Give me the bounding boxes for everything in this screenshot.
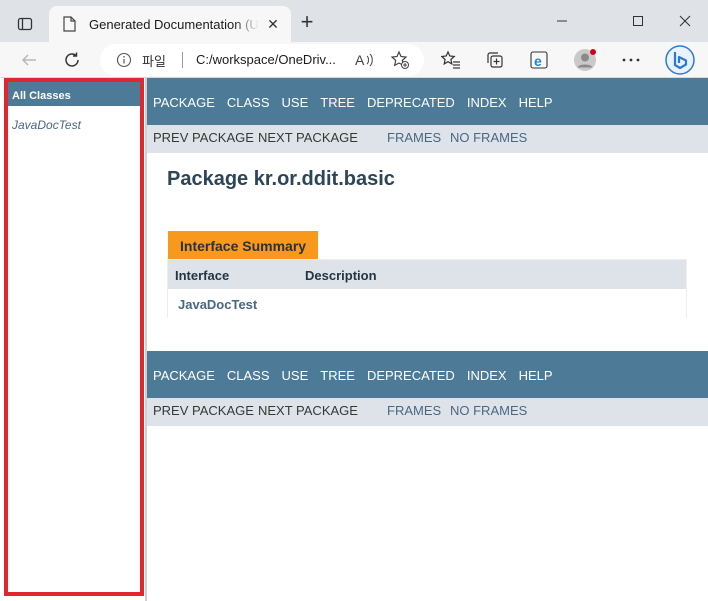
more-icon[interactable] — [619, 48, 643, 72]
top-subnav: PREV PACKAGE NEXT PACKAGE FRAMES NO FRAM… — [147, 125, 708, 153]
tab-actions-icon[interactable] — [8, 10, 42, 38]
tab-title: Generated Documentation (Untitled) — [89, 16, 259, 32]
page-icon — [61, 16, 77, 32]
address-bar[interactable]: 파일 C:/workspace/OneDriv... A — [100, 44, 424, 76]
column-header-description: Description — [305, 268, 377, 283]
address-separator — [182, 52, 183, 68]
summary-tab: Interface Summary — [168, 231, 318, 259]
nav-package[interactable]: PACKAGE — [153, 95, 215, 110]
tab-strip: Generated Documentation (Untitled) ✕ + — [0, 0, 708, 42]
site-label: 파일 — [142, 54, 166, 69]
nav-package[interactable]: PACKAGE — [153, 368, 215, 383]
browser-tab[interactable]: Generated Documentation (Untitled) ✕ — [49, 6, 291, 42]
nav-help[interactable]: HELP — [519, 368, 553, 383]
class-link[interactable]: JavaDocTest — [12, 118, 140, 132]
table-row: JavaDocTest — [168, 289, 686, 318]
no-frames-link[interactable]: NO FRAMES — [450, 403, 527, 418]
nav-deprecated[interactable]: DEPRECATED — [367, 95, 455, 110]
svg-text:A: A — [355, 52, 365, 68]
nav-tree[interactable]: TREE — [320, 368, 355, 383]
new-tab-button[interactable]: + — [296, 11, 318, 34]
add-favorite-icon[interactable] — [388, 48, 412, 72]
collections-icon[interactable] — [483, 48, 507, 72]
browser-toolbar: 파일 C:/workspace/OneDriv... A e — [0, 42, 708, 78]
nav-class[interactable]: CLASS — [227, 95, 270, 110]
nav-help[interactable]: HELP — [519, 95, 553, 110]
url-text[interactable]: C:/workspace/OneDriv... — [196, 52, 336, 67]
bing-icon[interactable] — [664, 44, 696, 76]
prev-package-label: PREV PACKAGE — [153, 403, 254, 418]
frames-link[interactable]: FRAMES — [387, 130, 441, 145]
column-header-interface: Interface — [175, 268, 230, 283]
bottom-subnav: PREV PACKAGE NEXT PACKAGE FRAMES NO FRAM… — [147, 398, 708, 426]
window-close-icon[interactable] — [673, 10, 697, 32]
top-navbar: PACKAGE CLASS USE TREE DEPRECATED INDEX … — [147, 78, 708, 125]
interface-summary-table: Interface Description JavaDocTest — [167, 259, 687, 318]
interface-link[interactable]: JavaDocTest — [178, 297, 257, 312]
read-aloud-icon[interactable]: A — [352, 48, 376, 72]
next-package-label: NEXT PACKAGE — [258, 403, 358, 418]
nav-index[interactable]: INDEX — [467, 368, 507, 383]
package-frame: PACKAGE CLASS USE TREE DEPRECATED INDEX … — [147, 78, 708, 601]
nav-use[interactable]: USE — [282, 95, 309, 110]
all-classes-header: All Classes — [8, 82, 140, 106]
frames-link[interactable]: FRAMES — [387, 403, 441, 418]
next-package-label: NEXT PACKAGE — [258, 130, 358, 145]
minimize-icon[interactable] — [550, 10, 574, 32]
nav-tree[interactable]: TREE — [320, 95, 355, 110]
bottom-navbar: PACKAGE CLASS USE TREE DEPRECATED INDEX … — [147, 351, 708, 398]
maximize-icon[interactable] — [626, 10, 650, 32]
profile-icon[interactable] — [573, 48, 597, 72]
no-frames-link[interactable]: NO FRAMES — [450, 130, 527, 145]
table-header: Interface Description — [168, 260, 686, 289]
close-icon[interactable]: ✕ — [265, 16, 281, 32]
nav-deprecated[interactable]: DEPRECATED — [367, 368, 455, 383]
svg-text:e: e — [534, 53, 542, 69]
info-icon[interactable] — [116, 52, 132, 71]
nav-index[interactable]: INDEX — [467, 95, 507, 110]
nav-use[interactable]: USE — [282, 368, 309, 383]
prev-package-label: PREV PACKAGE — [153, 130, 254, 145]
favorites-icon[interactable] — [439, 48, 463, 72]
ie-mode-icon[interactable]: e — [527, 48, 551, 72]
nav-class[interactable]: CLASS — [227, 368, 270, 383]
all-classes-frame: All Classes JavaDocTest — [4, 78, 144, 596]
back-icon[interactable] — [17, 48, 41, 72]
refresh-icon[interactable] — [60, 48, 84, 72]
page-title: Package kr.or.ddit.basic — [167, 168, 395, 190]
